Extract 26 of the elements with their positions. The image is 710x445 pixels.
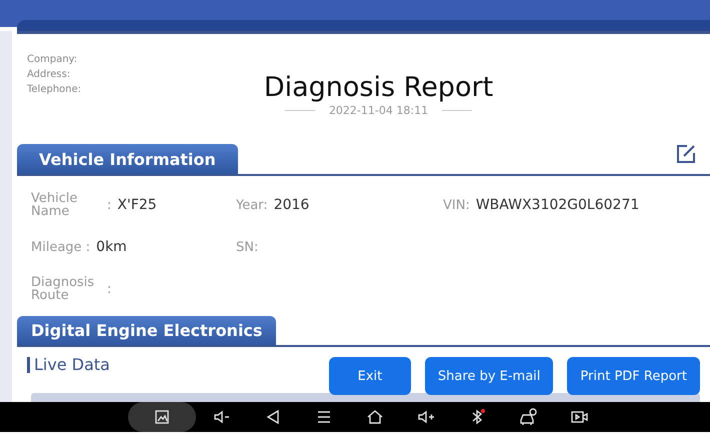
action-button[interactable]: Exit — [328, 357, 411, 395]
field-label: Diagnosis Route — [31, 276, 96, 302]
field-value: WBAWX3102G0L60271 — [476, 197, 640, 213]
edit-icon[interactable] — [676, 144, 696, 164]
field-label: VIN: — [443, 198, 470, 212]
field-label: SN: — [236, 240, 258, 254]
field-value: 0km — [96, 239, 127, 255]
home-icon[interactable] — [366, 408, 384, 426]
report-date: 2022-11-04 18:11 — [328, 104, 428, 117]
field-separator: : — [107, 198, 112, 212]
volume-up-icon[interactable] — [416, 408, 434, 426]
report-title: Diagnosis Report — [264, 72, 494, 104]
company-label: Company: — [27, 53, 78, 67]
field-value: 2016 — [274, 197, 310, 213]
field-separator: : — [107, 282, 112, 296]
subsection-title: Live Data — [27, 357, 110, 373]
action-button[interactable]: Print PDF Report — [567, 357, 700, 395]
field-label: Vehicle Name — [31, 192, 78, 218]
field-label: Year: — [236, 198, 268, 212]
volume-down-icon[interactable] — [212, 408, 230, 426]
field-value: X'F25 — [117, 197, 157, 213]
field-label: Mileage : — [31, 240, 90, 254]
company-label: Telephone: — [27, 83, 82, 97]
image-icon[interactable] — [153, 408, 171, 426]
company-label: Address: — [27, 68, 72, 82]
action-button[interactable]: Share by E-mail — [424, 357, 554, 395]
